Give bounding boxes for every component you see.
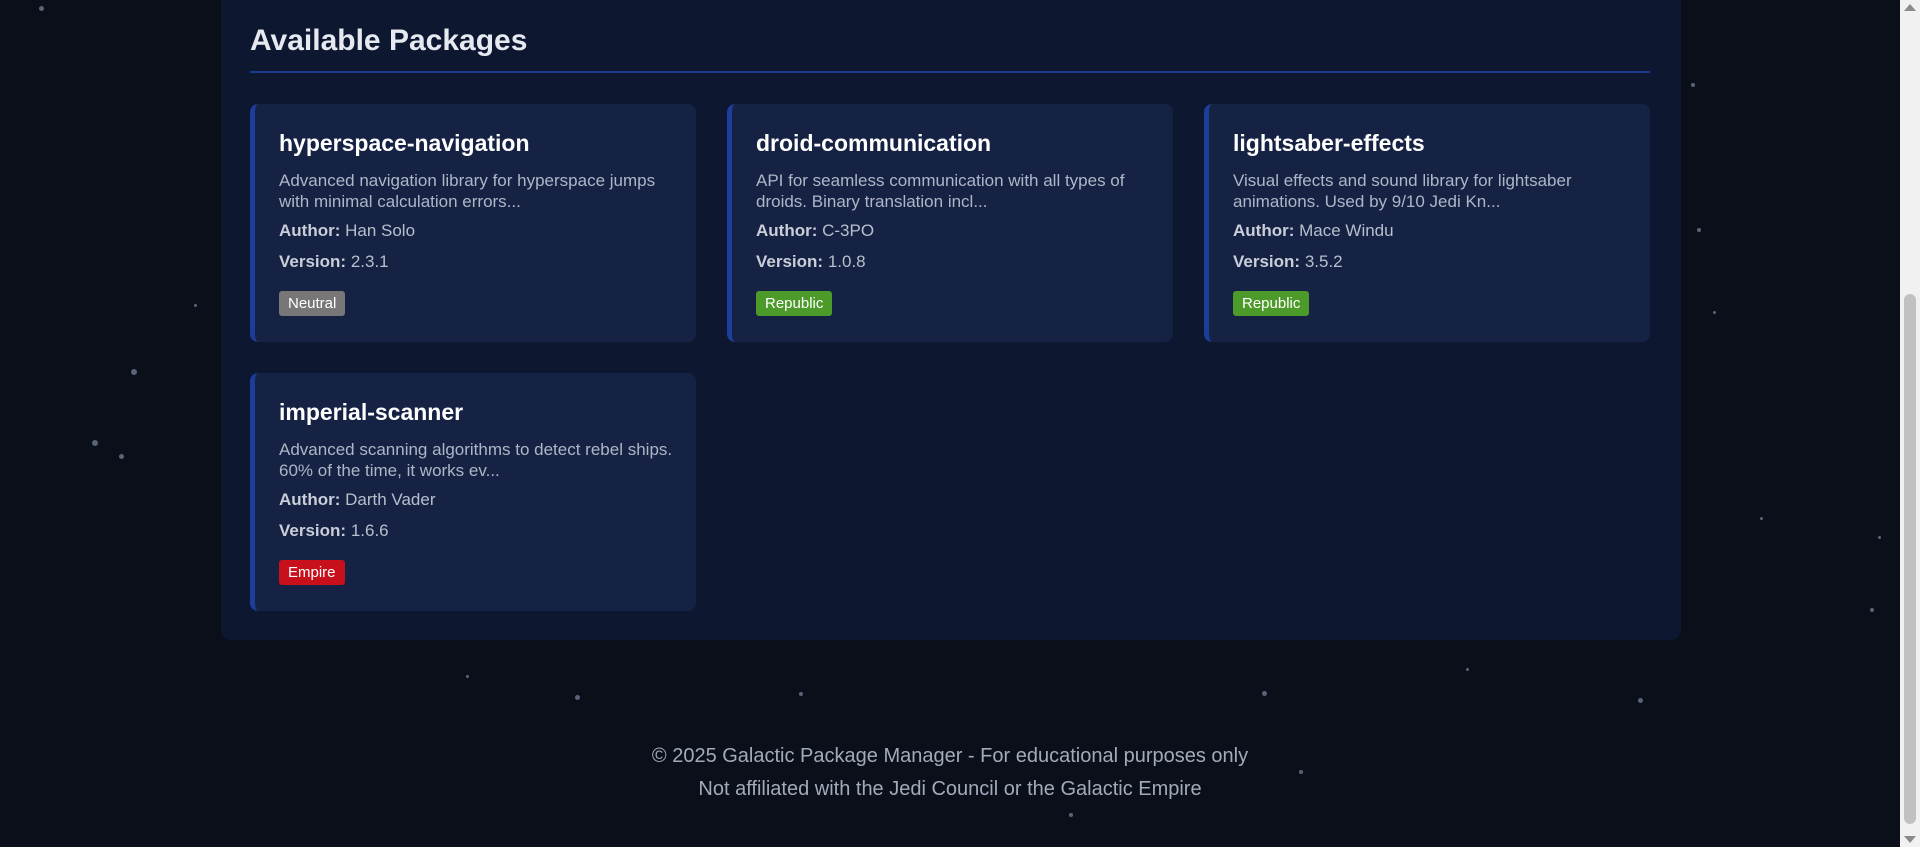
star — [1691, 83, 1695, 87]
title-divider — [250, 71, 1650, 73]
version-label: Version: — [756, 252, 824, 271]
scrollbar-thumb[interactable] — [1904, 294, 1916, 824]
author-value: C-3PO — [822, 221, 875, 240]
package-author: Author: Darth Vader — [279, 490, 436, 510]
package-author: Author: Han Solo — [279, 221, 415, 241]
version-label: Version: — [279, 252, 347, 271]
faction-badge: Neutral — [279, 291, 346, 316]
star — [1870, 608, 1874, 612]
star — [1262, 691, 1267, 696]
star — [39, 6, 44, 11]
package-description: Visual effects and sound library for lig… — [1233, 171, 1572, 211]
star — [1638, 698, 1643, 703]
package-name[interactable]: imperial-scanner — [279, 399, 463, 426]
package-version: Version: 2.3.1 — [279, 252, 389, 272]
author-label: Author: — [279, 221, 341, 240]
star — [1760, 517, 1763, 520]
version-label: Version: — [279, 521, 347, 540]
star — [131, 369, 137, 375]
star — [1697, 228, 1701, 232]
version-value: 1.0.8 — [827, 252, 866, 271]
footer-disclaimer: Not affiliated with the Jedi Council or … — [698, 778, 1202, 800]
package-version: Version: 1.6.6 — [279, 521, 389, 541]
faction-badge: Republic — [1233, 291, 1310, 316]
faction-badge: Republic — [756, 291, 833, 316]
package-card[interactable]: lightsaber-effects Visual effects and so… — [1204, 104, 1650, 342]
package-description: Advanced navigation library for hyperspa… — [279, 171, 656, 211]
package-author: Author: C-3PO — [756, 221, 874, 241]
package-card[interactable]: hyperspace-navigation Advanced navigatio… — [250, 104, 696, 342]
triangle-down-icon[interactable] — [1904, 836, 1916, 843]
package-description: API for seamless communication with all … — [756, 171, 1125, 211]
author-value: Mace Windu — [1299, 221, 1394, 240]
package-name[interactable]: lightsaber-effects — [1233, 130, 1425, 157]
package-name[interactable]: hyperspace-navigation — [279, 130, 530, 157]
package-name[interactable]: droid-communication — [756, 130, 991, 157]
section-title: Available Packages — [250, 24, 528, 57]
footer-copyright: © 2025 Galactic Package Manager - For ed… — [651, 745, 1249, 767]
version-label: Version: — [1233, 252, 1301, 271]
package-card[interactable]: imperial-scanner Advanced scanning algor… — [250, 373, 696, 611]
author-value: Darth Vader — [345, 490, 436, 509]
vertical-scrollbar[interactable] — [1900, 0, 1920, 847]
package-version: Version: 3.5.2 — [1233, 252, 1343, 272]
star — [575, 695, 580, 700]
star — [1069, 813, 1073, 817]
faction-badge: Empire — [279, 560, 345, 585]
star — [119, 454, 124, 459]
version-value: 3.5.2 — [1304, 252, 1343, 271]
star — [194, 304, 197, 307]
triangle-up-icon[interactable] — [1904, 4, 1916, 11]
author-value: Han Solo — [345, 221, 416, 240]
page-footer: © 2025 Galactic Package Manager - For ed… — [0, 740, 1900, 806]
package-card[interactable]: droid-communication API for seamless com… — [727, 104, 1173, 342]
package-author: Author: Mace Windu — [1233, 221, 1394, 241]
star — [92, 440, 98, 446]
package-description: Advanced scanning algorithms to detect r… — [279, 440, 673, 480]
version-value: 1.6.6 — [350, 521, 389, 540]
star — [466, 675, 469, 678]
author-label: Author: — [1233, 221, 1295, 240]
star — [799, 692, 803, 696]
version-value: 2.3.1 — [350, 252, 389, 271]
star — [1878, 536, 1881, 539]
package-version: Version: 1.0.8 — [756, 252, 866, 272]
star — [1713, 311, 1716, 314]
author-label: Author: — [279, 490, 341, 509]
star — [1466, 668, 1469, 671]
author-label: Author: — [756, 221, 818, 240]
